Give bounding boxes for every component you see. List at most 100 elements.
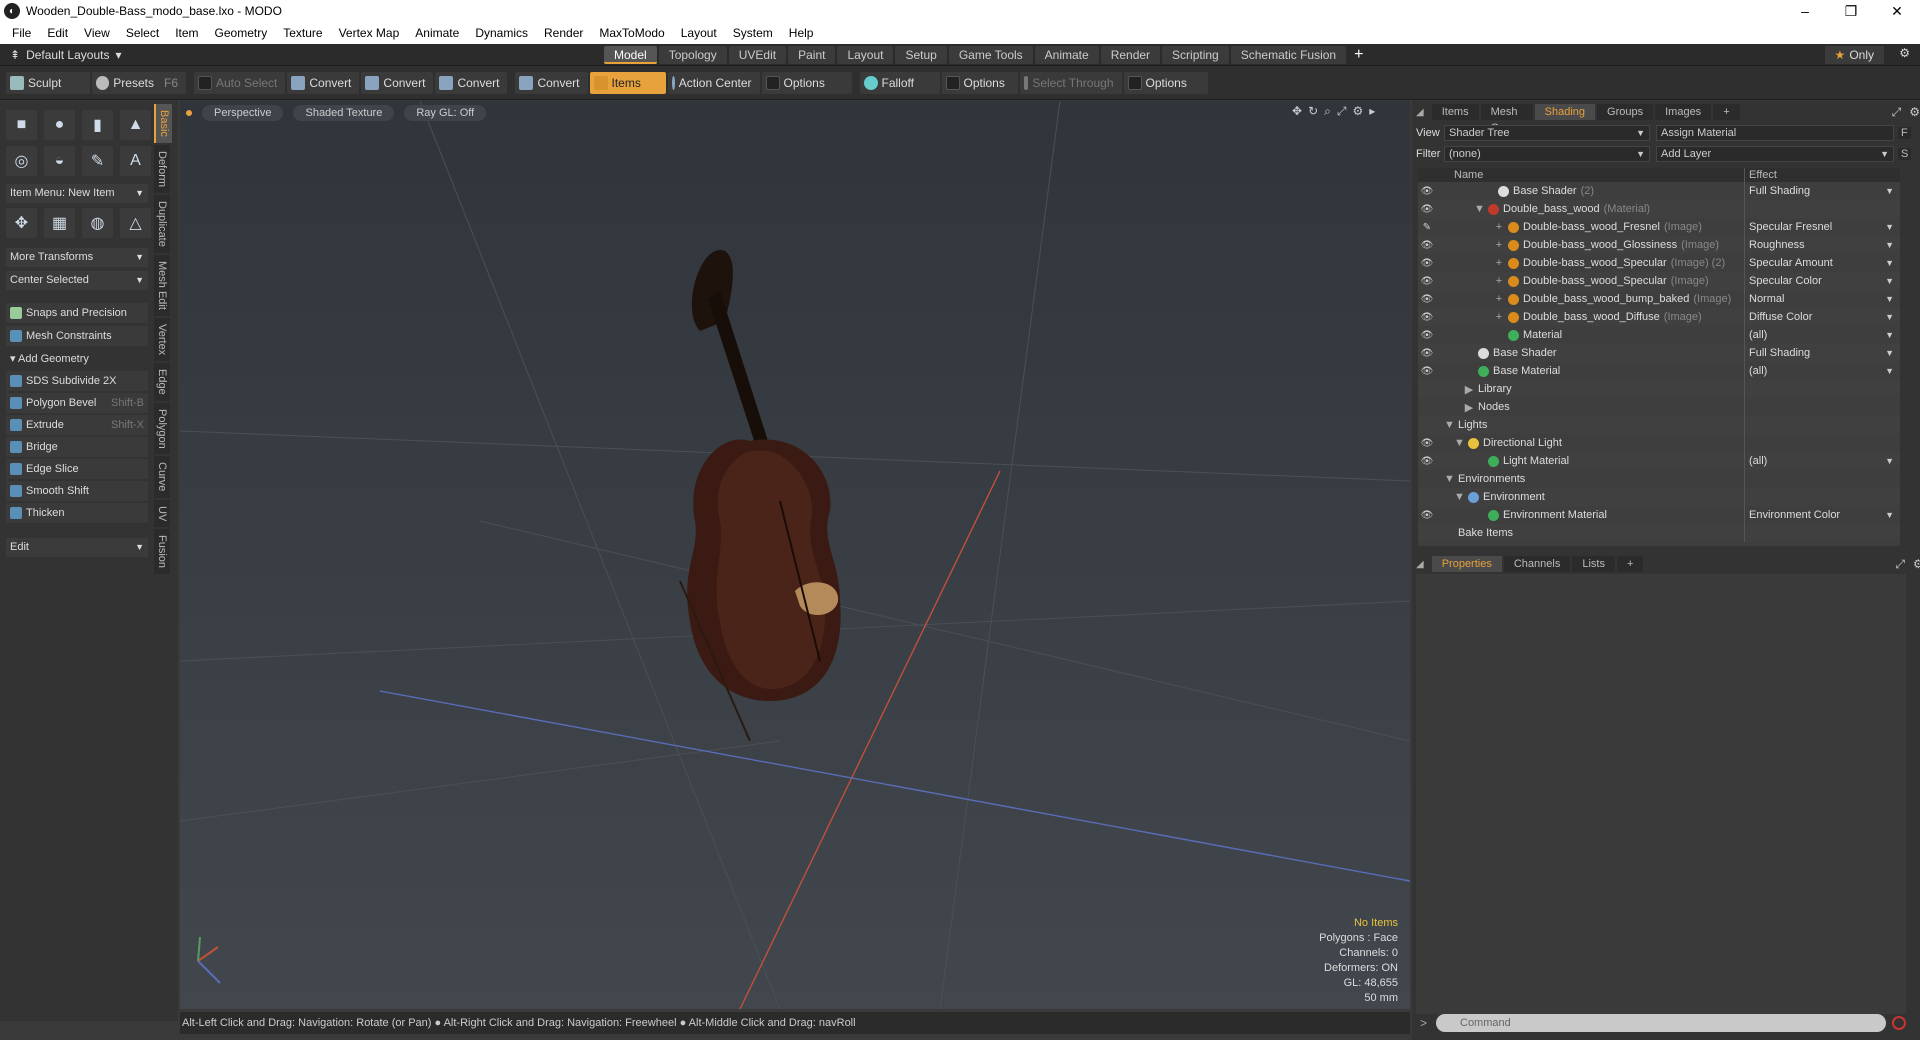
effect-dropdown[interactable]: Full Shading ▼ — [1744, 344, 1900, 362]
shader-tree-row[interactable]: ▼ Lights — [1418, 416, 1900, 434]
extrude-button[interactable]: Extrude Shift-X — [6, 415, 148, 435]
convert-edges-button[interactable]: Convert — [361, 71, 434, 94]
mesh-constraints-button[interactable]: Mesh Constraints — [6, 326, 148, 346]
assign-material-button[interactable]: Assign Material — [1656, 124, 1894, 141]
menu-vertex-map[interactable]: Vertex Map — [331, 26, 408, 40]
visibility-eye-icon[interactable]: 👁 — [1418, 258, 1436, 269]
effect-dropdown[interactable]: Environment Color ▼ — [1744, 506, 1900, 524]
double-bass-model[interactable] — [679, 250, 841, 742]
record-macro-icon[interactable] — [1892, 1016, 1906, 1030]
shader-tree-row[interactable]: ▶ Library — [1418, 380, 1900, 398]
vtab-deform[interactable]: Deform — [154, 144, 170, 193]
effect-dropdown[interactable]: Roughness ▼ — [1744, 236, 1900, 254]
shader-tree-row[interactable]: ✎ + Double-bass_wood_Fresnel (Image) Specula… — [1418, 218, 1900, 236]
tab-model[interactable]: Model — [604, 46, 657, 64]
s-button[interactable]: S — [1898, 147, 1912, 160]
menu-help[interactable]: Help — [781, 26, 822, 40]
camera-icon[interactable]: △ — [120, 208, 151, 238]
convert-vertices-button[interactable]: Convert — [287, 71, 360, 94]
tab-render[interactable]: Render — [1100, 46, 1161, 64]
shader-tree-row[interactable]: 👁 Environment Material Environment Color ▼ — [1418, 506, 1900, 524]
rotate-icon[interactable]: ↻ — [1308, 104, 1318, 119]
torus-icon[interactable]: ◎ — [6, 146, 37, 176]
pan-icon[interactable]: ✥ — [1292, 104, 1302, 119]
menu-dynamics[interactable]: Dynamics — [467, 26, 536, 40]
vtab-fusion[interactable]: Fusion — [154, 529, 170, 575]
tab-layout[interactable]: Layout — [837, 46, 894, 64]
visibility-eye-icon[interactable]: 👁 — [1418, 330, 1436, 341]
tab-groups[interactable]: Groups — [1597, 104, 1654, 120]
effect-dropdown[interactable]: Full Shading ▼ — [1744, 182, 1900, 200]
twirl-arrow-icon[interactable]: ▼ — [1474, 203, 1485, 215]
select-through-button[interactable]: Select Through — [1019, 71, 1122, 94]
bridge-button[interactable]: Bridge — [6, 437, 148, 457]
twirl-arrow-icon[interactable]: + — [1494, 239, 1504, 251]
column-effect[interactable]: Effect — [1744, 168, 1900, 182]
items-mode-button[interactable]: Items — [589, 71, 666, 94]
column-name[interactable]: Name — [1418, 168, 1744, 182]
gear-icon[interactable]: ⚙ — [1909, 105, 1920, 119]
visibility-eye-icon[interactable]: 👁 — [1418, 240, 1436, 251]
grid-icon[interactable]: ▦ — [44, 208, 75, 238]
perspective-dropdown[interactable]: Perspective — [202, 105, 284, 121]
brush-icon[interactable]: ✎ — [1418, 222, 1436, 233]
sphere-icon[interactable]: ● — [44, 110, 75, 140]
action-center-options-button[interactable]: Options — [761, 71, 852, 94]
vtab-vertex[interactable]: Vertex — [154, 317, 170, 361]
sds-subdivide-button[interactable]: SDS Subdivide 2X — [6, 371, 148, 391]
menu-geometry[interactable]: Geometry — [207, 26, 276, 40]
menu-view[interactable]: View — [76, 26, 118, 40]
tab-scripting[interactable]: Scripting — [1162, 46, 1229, 64]
effect-dropdown[interactable]: Diffuse Color ▼ — [1744, 308, 1900, 326]
tab-properties[interactable]: Properties — [1431, 556, 1502, 572]
vtab-curve[interactable]: Curve — [154, 456, 170, 498]
menu-texture[interactable]: Texture — [275, 26, 330, 40]
twirl-arrow-icon[interactable]: ▼ — [1444, 419, 1455, 431]
tab-schematic-fusion[interactable]: Schematic Fusion — [1230, 46, 1347, 64]
shader-tree-row[interactable]: 👁 + Double_bass_wood_bump_baked (Image) Norm… — [1418, 290, 1900, 308]
menu-layout[interactable]: Layout — [673, 26, 725, 40]
view-dropdown[interactable]: Shader Tree ▼ — [1444, 124, 1650, 141]
convert-materials-button[interactable]: Convert — [515, 71, 588, 94]
f-button[interactable]: F — [1898, 126, 1911, 139]
shader-tree-row[interactable]: ▼ Environments — [1418, 470, 1900, 488]
effect-dropdown[interactable]: Specular Fresnel ▼ — [1744, 218, 1900, 236]
vtab-edge[interactable]: Edge — [154, 362, 170, 401]
minimize-button[interactable]: – — [1782, 0, 1828, 22]
edge-slice-button[interactable]: Edge Slice — [6, 459, 148, 479]
zoom-icon[interactable]: ⌕ — [1324, 104, 1331, 119]
shader-tree-row[interactable]: 👁 + Double-bass_wood_Specular (Image) (2) Sp… — [1418, 254, 1900, 272]
filter-dropdown[interactable]: (none) ▼ — [1444, 145, 1650, 162]
visibility-eye-icon[interactable]: 👁 — [1418, 456, 1436, 467]
twirl-arrow-icon[interactable]: + — [1494, 293, 1504, 305]
tab-animate[interactable]: Animate — [1034, 46, 1099, 64]
add-tab-button[interactable]: + — [1348, 46, 1369, 64]
panel-menu-icon[interactable]: ◢ — [1416, 107, 1424, 118]
tab-mesh-ops[interactable]: Mesh Ops — [1480, 104, 1533, 134]
visibility-eye-icon[interactable]: 👁 — [1418, 204, 1436, 215]
twirl-arrow-icon[interactable]: ▼ — [1454, 491, 1465, 503]
menu-select[interactable]: Select — [118, 26, 167, 40]
tab-paint[interactable]: Paint — [788, 46, 836, 64]
visibility-eye-icon[interactable]: 👁 — [1418, 294, 1436, 305]
shader-tree-row[interactable]: ▼ Environment — [1418, 488, 1900, 506]
effect-dropdown[interactable]: Specular Color ▼ — [1744, 272, 1900, 290]
falloff-options-button[interactable]: Options — [941, 71, 1018, 94]
default-layouts-dropdown[interactable]: ⇞ Default Layouts ▾ — [10, 48, 121, 62]
convert-polygons-button[interactable]: Convert — [435, 71, 508, 94]
tab-game-tools[interactable]: Game Tools — [948, 46, 1033, 64]
visibility-eye-icon[interactable]: 👁 — [1418, 510, 1436, 521]
menu-render[interactable]: Render — [536, 26, 591, 40]
maximize-panel-icon[interactable]: ⤢ — [1892, 105, 1902, 120]
twirl-arrow-icon[interactable]: ▼ — [1454, 437, 1465, 449]
action-center-button[interactable]: Action Center — [667, 71, 760, 94]
visibility-eye-icon[interactable]: 👁 — [1418, 366, 1436, 377]
command-input[interactable]: Command — [1436, 1014, 1886, 1032]
shader-tree-row[interactable]: 👁 + Double_bass_wood_Diffuse (Image) Diffuse… — [1418, 308, 1900, 326]
vtab-duplicate[interactable]: Duplicate — [154, 194, 170, 253]
shader-tree-row[interactable]: 👁 ▼ Directional Light — [1418, 434, 1900, 452]
shader-tree-row[interactable]: 👁 + Double-bass_wood_Specular (Image) Specul… — [1418, 272, 1900, 290]
more-transforms-dropdown[interactable]: More Transforms ▼ — [6, 248, 148, 267]
maximize-panel-icon[interactable]: ⤢ — [1895, 557, 1905, 572]
menu-edit[interactable]: Edit — [39, 26, 76, 40]
